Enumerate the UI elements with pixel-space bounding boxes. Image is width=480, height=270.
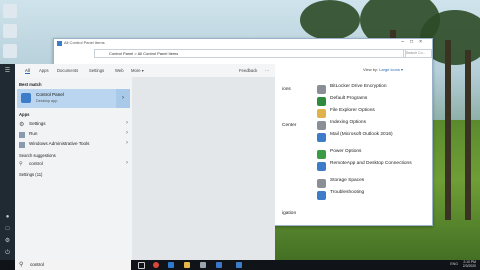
tab-apps[interactable]: Apps	[39, 68, 49, 73]
view-by-label: View by:	[363, 67, 379, 72]
cp-item-default-programs[interactable]: Default Programs	[317, 96, 427, 108]
default-programs-icon	[317, 97, 326, 106]
search-input[interactable]: Search Co...	[403, 49, 432, 58]
suggestion-control[interactable]: ⚲ control ›	[19, 160, 128, 169]
wallpaper-trunk	[445, 40, 451, 220]
view-by-dropdown[interactable]: Large icons ▾	[379, 67, 403, 72]
control-panel-icon	[21, 93, 31, 103]
task-view-icon[interactable]	[138, 262, 145, 269]
mail-icon[interactable]	[216, 262, 222, 268]
wallpaper-palm	[300, 0, 360, 40]
cp-item-indexing-options[interactable]: Indexing Options	[317, 120, 427, 132]
run-icon	[19, 132, 25, 138]
cp-item-storage-spaces[interactable]: Storage Spaces	[317, 178, 427, 190]
control-panel-icon	[57, 41, 62, 46]
clock-date: 2/3/2020	[462, 263, 476, 268]
view-by: View by: Large icons ▾	[363, 67, 403, 72]
gear-icon: ⚙	[19, 122, 25, 128]
file-explorer-icon[interactable]	[184, 262, 190, 268]
cp-item-file-explorer-options[interactable]: File Explorer Options	[317, 108, 427, 120]
mail-icon	[317, 133, 326, 142]
clock[interactable]: 2:10 PM 2/3/2020	[462, 260, 476, 269]
result-run[interactable]: Run ›	[19, 130, 128, 139]
partial-item[interactable]: Center	[282, 123, 296, 128]
tab-documents[interactable]: Documents	[57, 68, 78, 73]
user-icon[interactable]: ●	[4, 214, 11, 221]
taskbar-search-text: control	[30, 262, 44, 267]
preview-pane	[132, 77, 275, 260]
chevron-right-icon[interactable]: ›	[126, 130, 128, 136]
desktop-icon[interactable]	[3, 44, 17, 58]
document-icon[interactable]: □	[4, 226, 11, 233]
search-suggestions-heading: Search suggestions	[19, 153, 56, 158]
address-bar[interactable]: Control Panel > All Control Panel Items	[94, 49, 406, 58]
taskbar-search-box[interactable]: ⚲ control	[15, 260, 131, 270]
settings-count-heading: Settings (11)	[19, 172, 43, 177]
control-panel-items: BitLocker Drive Encryption Default Progr…	[317, 84, 427, 202]
window-controls[interactable]: –□×	[401, 39, 428, 45]
search-icon: ⚲	[19, 161, 23, 167]
partial-item[interactable]: igation	[282, 211, 296, 216]
gear-icon[interactable]: ⚙	[4, 238, 11, 245]
best-match-sub: Desktop app	[36, 99, 58, 103]
language-indicator[interactable]: ENG	[450, 262, 458, 266]
start-side-rail: ☰ ● □ ⚙ ⏻	[0, 64, 15, 260]
tab-settings[interactable]: Settings	[89, 68, 104, 73]
cp-item-mail[interactable]: Mail (Microsoft Outlook 2016)	[317, 132, 427, 149]
window-title: All Control Panel Items	[64, 40, 105, 45]
control-panel-taskbar-icon[interactable]	[236, 262, 242, 268]
folder-icon	[317, 109, 326, 118]
tab-more[interactable]: More ▾	[131, 68, 144, 73]
result-settings[interactable]: ⚙ Settings ›	[19, 120, 128, 129]
admin-tools-icon	[19, 142, 25, 148]
search-tabs: All Apps Documents Settings Web More ▾ F…	[15, 64, 275, 77]
bitlocker-icon	[317, 85, 326, 94]
wallpaper-trunk	[465, 50, 471, 220]
power-icon	[317, 150, 326, 159]
apps-heading: Apps	[19, 112, 30, 117]
taskbar: ⚲ control ENG 2:10 PM 2/3/2020	[0, 260, 480, 270]
tab-web[interactable]: Web	[115, 68, 124, 73]
more-options-button[interactable]: ···	[265, 68, 269, 73]
chevron-right-icon[interactable]: ›	[116, 89, 130, 108]
window-titlebar[interactable]: All Control Panel Items –□×	[54, 39, 432, 48]
cp-item-remoteapp[interactable]: RemoteApp and Desktop Connections	[317, 161, 427, 178]
cp-item-bitlocker[interactable]: BitLocker Drive Encryption	[317, 84, 427, 96]
remote-desktop-icon	[317, 162, 326, 171]
feedback-link[interactable]: Feedback	[239, 68, 257, 73]
cp-item-power-options[interactable]: Power Options	[317, 149, 427, 161]
edge-icon[interactable]	[168, 262, 174, 268]
results-list: Best match Control Panel Desktop app › A…	[15, 77, 132, 260]
tab-all[interactable]: All	[25, 68, 30, 74]
best-match-item[interactable]: Control Panel Desktop app	[17, 89, 130, 108]
address-path: Control Panel > All Control Panel Items	[109, 51, 179, 56]
best-match-heading: Best match	[19, 82, 42, 87]
chrome-icon[interactable]	[153, 262, 159, 268]
start-search-panel: All Apps Documents Settings Web More ▾ F…	[15, 64, 275, 260]
desktop-icon[interactable]	[3, 4, 17, 18]
hamburger-icon[interactable]: ☰	[4, 68, 11, 75]
cp-item-troubleshooting[interactable]: Troubleshooting	[317, 190, 427, 202]
chevron-right-icon[interactable]: ›	[126, 140, 128, 146]
chevron-right-icon[interactable]: ›	[126, 160, 128, 166]
indexing-icon	[317, 121, 326, 130]
search-icon: ⚲	[19, 262, 24, 268]
storage-icon	[317, 179, 326, 188]
partial-item[interactable]: ions	[282, 87, 291, 92]
store-icon[interactable]	[200, 262, 206, 268]
search-placeholder: Search Co...	[406, 51, 426, 55]
troubleshooting-icon	[317, 191, 326, 200]
desktop-icon[interactable]	[3, 24, 17, 38]
best-match-name: Control Panel	[36, 92, 64, 97]
chevron-right-icon[interactable]: ›	[126, 120, 128, 126]
result-admin-tools[interactable]: Windows Administrative Tools ›	[19, 140, 128, 149]
power-icon[interactable]: ⏻	[4, 250, 11, 257]
